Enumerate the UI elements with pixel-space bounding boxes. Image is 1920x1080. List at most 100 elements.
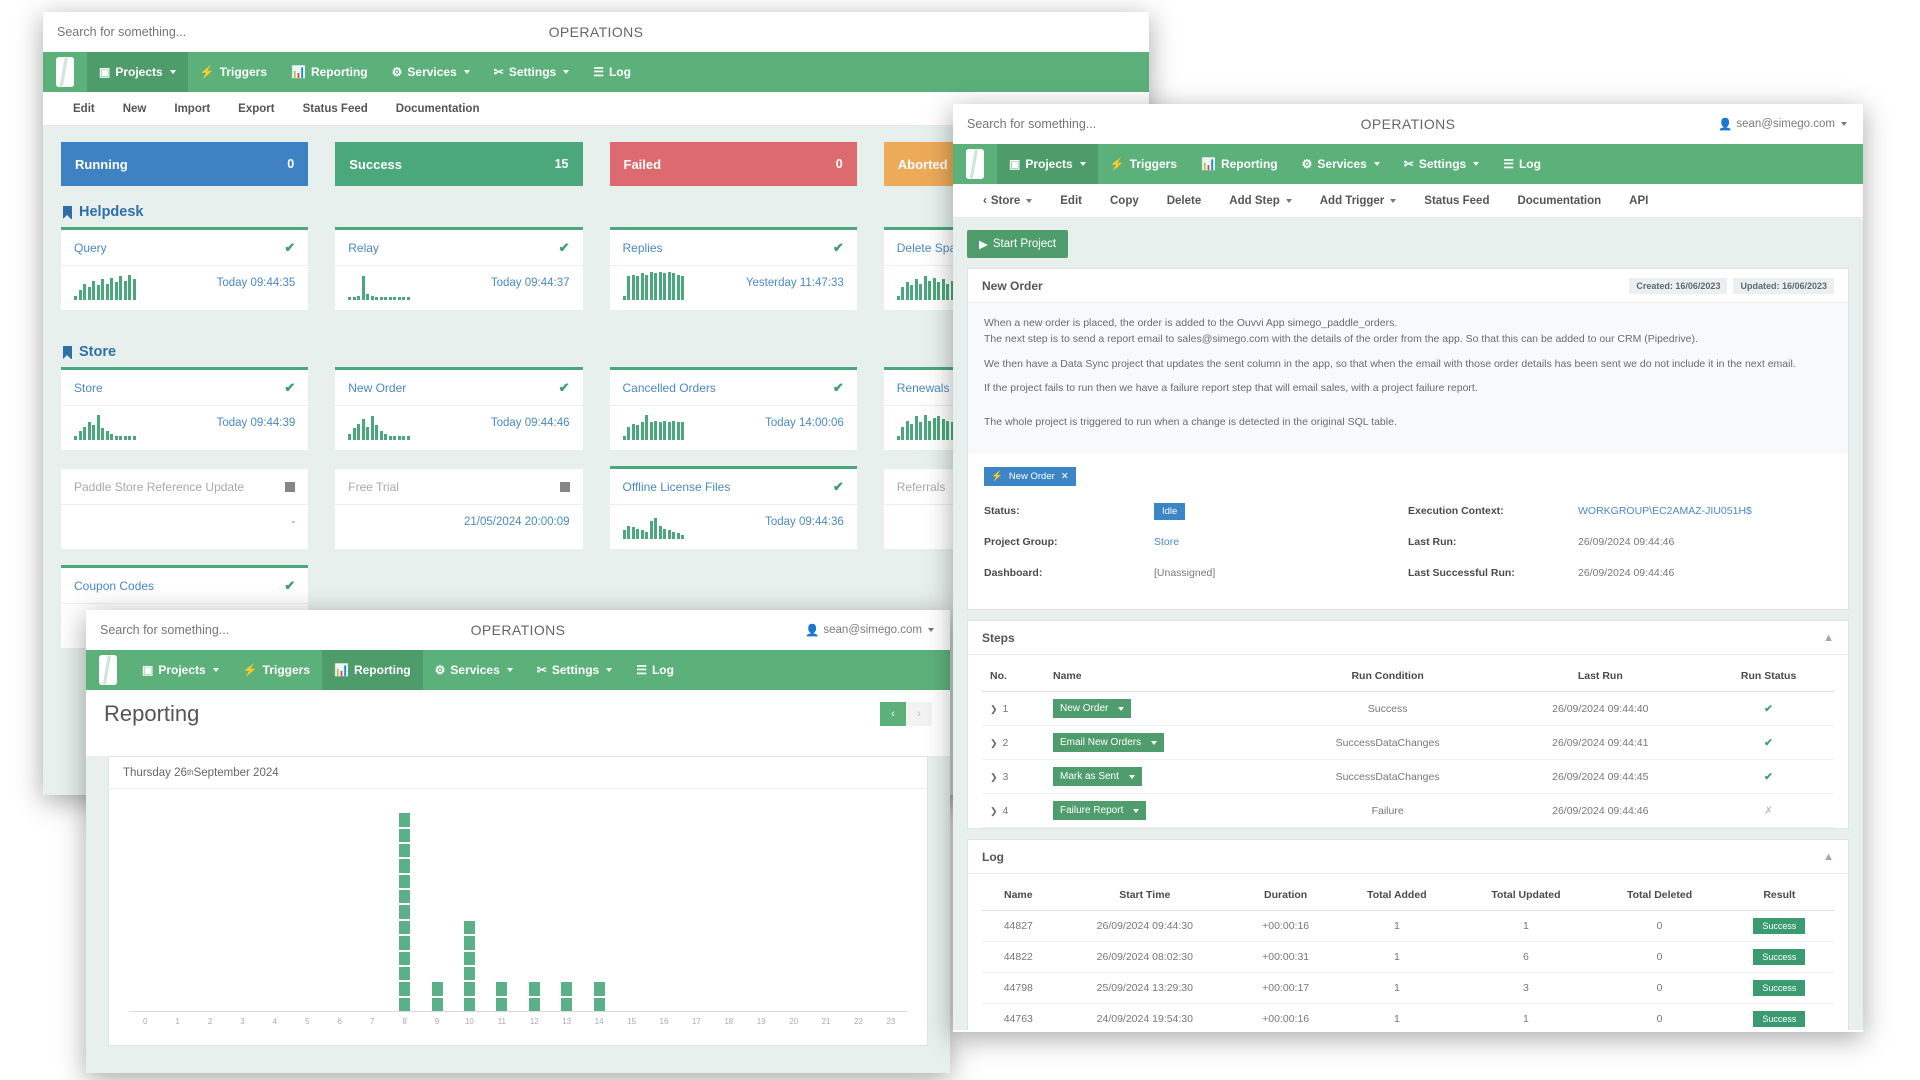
pager-prev-button[interactable]: ‹ [880,702,906,726]
project-card[interactable]: New Order ✔ Today 09:44:46 [335,367,583,450]
nav-services[interactable]: ⚙ Services [380,52,482,92]
step-name-cell: Failure Report [1044,793,1278,829]
expand-icon[interactable]: ❯ [990,738,998,748]
chart-bar[interactable] [463,920,475,1011]
log-name[interactable]: 44763 [982,1003,1055,1030]
step-last-run[interactable]: 26/09/2024 09:44:41 [1497,725,1704,761]
expand-icon[interactable]: ❯ [990,806,998,816]
step-name-button[interactable]: Email New Orders [1052,733,1165,753]
search-input[interactable] [43,25,303,39]
step-last-run[interactable]: 26/09/2024 09:44:40 [1497,691,1704,727]
pager-next-button[interactable]: › [906,702,932,726]
step-last-run[interactable]: 26/09/2024 09:44:45 [1497,759,1704,795]
nav-settings[interactable]: ✂ Settings [482,52,581,92]
user-menu[interactable]: 👤 sean@simego.com [1718,117,1863,131]
log-name[interactable]: 44822 [982,941,1055,974]
subnav-status-feed[interactable]: Status Feed [1410,195,1503,207]
search-input[interactable] [86,623,346,637]
chart-bar-segment [399,997,411,1011]
nav-triggers[interactable]: ⚡ Triggers [188,52,279,92]
subnav-add-step[interactable]: Add Step [1215,195,1305,207]
status-card-success[interactable]: Success 15 [335,142,583,186]
chart-bar[interactable] [399,813,411,1011]
detail-value[interactable]: Store [1154,536,1179,548]
sparkline [896,272,959,300]
chevron-left-icon: ‹ [983,194,987,207]
subnav-status-feed[interactable]: Status Feed [289,103,382,115]
nav-label: Services [1317,157,1367,171]
chart-bar[interactable] [431,982,443,1011]
project-card[interactable]: Store ✔ Today 09:44:39 [61,367,309,450]
nav-reporting[interactable]: 📊 Reporting [279,52,380,92]
step-name-button[interactable]: Failure Report [1052,801,1147,821]
search-input[interactable] [953,117,1213,131]
project-card-name: Relay [348,240,379,255]
chart-bar[interactable] [561,982,573,1011]
chart-bar[interactable] [528,982,540,1011]
chevron-up-icon[interactable]: ▲ [1823,851,1834,863]
nav-reporting[interactable]: 📊 Reporting [1189,144,1290,184]
step-last-run[interactable]: 26/09/2024 09:44:46 [1497,793,1704,829]
nav-log[interactable]: ☰ Log [624,650,686,690]
subnav-documentation[interactable]: Documentation [1503,195,1615,207]
project-card[interactable]: Relay ✔ Today 09:44:37 [335,227,583,310]
chart-icon: 📊 [334,663,349,677]
nav-settings[interactable]: ✂ Settings [1392,144,1491,184]
nav-triggers[interactable]: ⚡ Triggers [1098,144,1189,184]
start-project-button[interactable]: ▶ Start Project [967,230,1069,258]
nav-log[interactable]: ☰ Log [1491,144,1553,184]
chart-bar-segment [399,843,411,858]
subnav-import[interactable]: Import [160,103,224,115]
close-icon[interactable]: ✕ [1061,471,1069,482]
status-card-running[interactable]: Running 0 [61,142,309,186]
project-card[interactable]: Replies ✔ Yesterday 11:47:33 [609,227,857,310]
subnav-add-trigger[interactable]: Add Trigger [1306,195,1411,207]
subnav-edit[interactable]: Edit [59,103,109,115]
subnav-new[interactable]: New [109,103,161,115]
step-name-button[interactable]: Mark as Sent [1052,767,1142,787]
project-card[interactable]: Free Trial 21/05/2024 20:00:09 [335,466,583,549]
subnav-back-store[interactable]: ‹ Store [969,195,1046,207]
subnav-copy[interactable]: Copy [1096,195,1153,207]
nav-settings[interactable]: ✂ Settings [525,650,624,690]
nav-projects[interactable]: ▣ Projects [87,52,188,92]
detail-value: 26/09/2024 09:44:46 [1578,536,1675,549]
subnav-export[interactable]: Export [224,103,288,115]
expand-icon[interactable]: ❯ [990,772,998,782]
chart-bar[interactable] [496,982,508,1011]
nav-services[interactable]: ⚙ Services [423,650,525,690]
nav-reporting[interactable]: 📊 Reporting [322,650,423,690]
nav-projects[interactable]: ▣ Projects [130,650,231,690]
subnav-documentation[interactable]: Documentation [382,103,494,115]
subnav-api[interactable]: API [1615,195,1662,207]
group-name: Store [79,344,117,360]
project-card-name: Renewals [896,380,950,395]
log-name[interactable]: 44827 [982,910,1055,943]
user-menu[interactable]: 👤 sean@simego.com [805,623,950,637]
subnav-delete[interactable]: Delete [1153,195,1216,207]
log-name[interactable]: 44798 [982,972,1055,1005]
chart-plot-area: 0 1 2 3 4 5 6 7 8 9 10 11 12 13 14 15 16 17 18 19 20 21 22 23 [109,789,927,1044]
project-card[interactable]: Offline License Files ✔ Today 09:44:36 [609,466,857,549]
step-name-button[interactable]: New Order [1052,699,1132,719]
expand-icon[interactable]: ❯ [990,704,998,714]
project-card[interactable]: Paddle Store Reference Update - [61,466,309,549]
chevron-up-icon[interactable]: ▲ [1823,632,1834,644]
nav-label: Settings [551,663,600,677]
project-card[interactable]: Cancelled Orders ✔ Today 14:00:06 [609,367,857,450]
log-duration: +00:00:31 [1235,941,1337,974]
status-card-failed[interactable]: Failed 0 [609,142,857,186]
start-project-label: Start Project [992,238,1057,250]
nav-services[interactable]: ⚙ Services [1290,144,1392,184]
detail-value[interactable]: WORKGROUP\EC2AMAZ-JIU051H$ [1578,505,1752,517]
nav-triggers[interactable]: ⚡ Triggers [231,650,322,690]
status-card-value: 0 [835,157,843,171]
project-card[interactable]: Query ✔ Today 09:44:35 [61,227,309,310]
column-header: Run Condition [1277,661,1498,693]
nav-projects[interactable]: ▣ Projects [997,144,1098,184]
trigger-tag[interactable]: ⚡ New Order ✕ [984,467,1076,487]
nav-log[interactable]: ☰ Log [581,52,643,92]
chart-bar[interactable] [593,982,605,1011]
subnav-edit[interactable]: Edit [1046,195,1096,207]
chart-bar-segment [463,982,475,996]
